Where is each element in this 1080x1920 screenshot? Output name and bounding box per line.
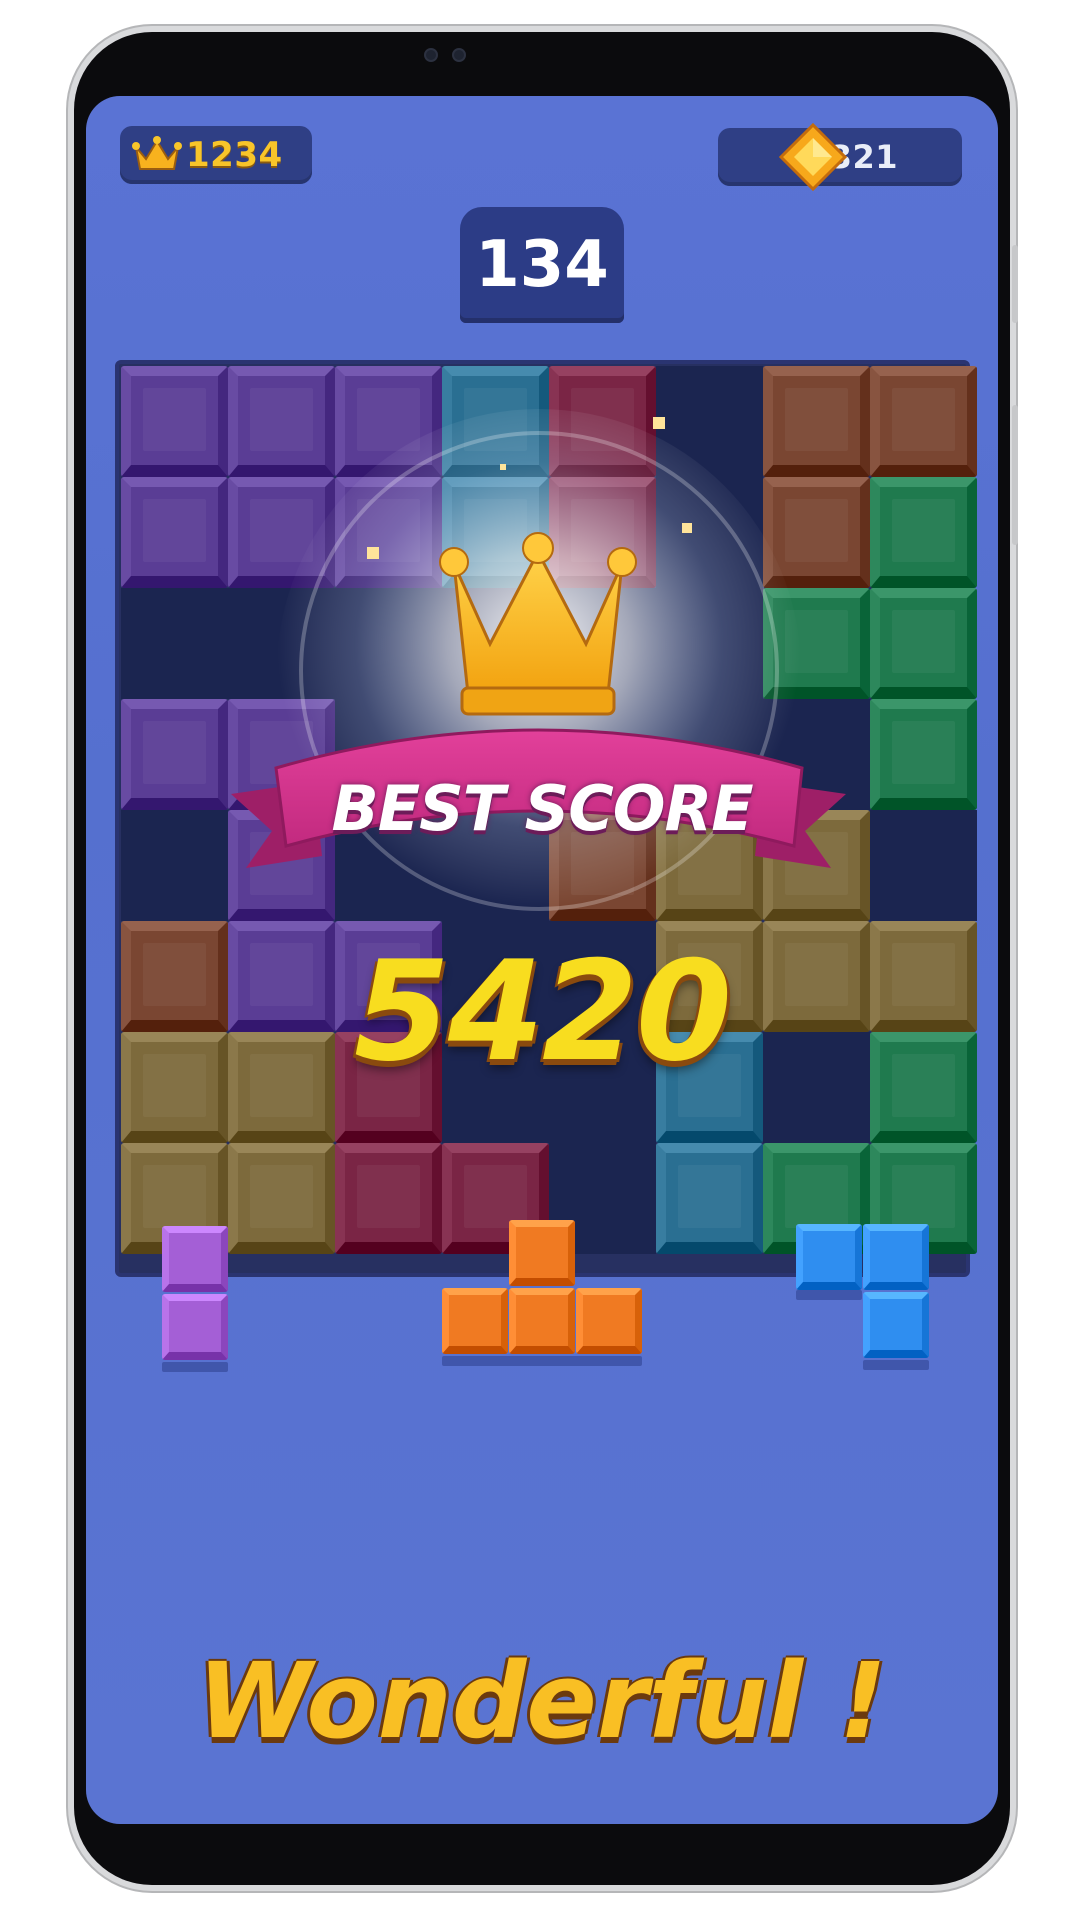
- block-brown: [763, 366, 870, 477]
- front-sensor-icon: [452, 48, 466, 62]
- block-brown: [121, 921, 228, 1032]
- praise-message: Wonderful !: [197, 1640, 887, 1762]
- piece-block: [509, 1288, 575, 1354]
- piece-orange-t-piece[interactable]: [442, 1220, 642, 1370]
- block-brown: [549, 810, 656, 921]
- best-score-value: 1234: [186, 135, 283, 175]
- block-olive: [656, 921, 763, 1032]
- empty-cell: [442, 588, 549, 699]
- piece-block: [162, 1226, 228, 1292]
- empty-cell: [656, 699, 763, 810]
- piece-block: [796, 1224, 862, 1290]
- block-red: [335, 1032, 442, 1143]
- block-green: [870, 477, 977, 588]
- block-purple: [335, 921, 442, 1032]
- diamond-icon[interactable]: [778, 122, 848, 192]
- empty-cell: [549, 921, 656, 1032]
- empty-cell: [228, 588, 335, 699]
- piece-block: [863, 1292, 929, 1358]
- empty-cell: [121, 810, 228, 921]
- piece-shadow: [796, 1290, 862, 1300]
- piece-shadow: [863, 1360, 929, 1370]
- block-purple: [121, 366, 228, 477]
- empty-cell: [763, 1032, 870, 1143]
- block-teal: [442, 366, 549, 477]
- piece-block: [162, 1294, 228, 1360]
- block-olive: [870, 921, 977, 1032]
- block-purple: [228, 366, 335, 477]
- block-teal: [656, 1143, 763, 1254]
- empty-cell: [870, 810, 977, 921]
- empty-cell: [656, 366, 763, 477]
- empty-cell: [442, 699, 549, 810]
- piece-shadow: [162, 1362, 228, 1372]
- empty-cell: [335, 588, 442, 699]
- block-purple: [228, 477, 335, 588]
- best-score-pill: 1234: [120, 126, 312, 184]
- block-olive: [228, 1143, 335, 1254]
- power-button: [1012, 405, 1018, 545]
- empty-cell: [656, 477, 763, 588]
- empty-cell: [121, 588, 228, 699]
- empty-cell: [549, 1032, 656, 1143]
- block-purple: [335, 477, 442, 588]
- game-screen: 1234 321 134 BEST SCORE 5420 Wonderful !: [86, 96, 998, 1824]
- empty-cell: [335, 810, 442, 921]
- empty-cell: [442, 1032, 549, 1143]
- block-purple: [121, 699, 228, 810]
- block-purple: [228, 699, 335, 810]
- block-purple: [335, 366, 442, 477]
- block-green: [763, 588, 870, 699]
- block-red: [549, 477, 656, 588]
- block-red: [335, 1143, 442, 1254]
- empty-cell: [442, 810, 549, 921]
- empty-cell: [549, 699, 656, 810]
- empty-cell: [442, 921, 549, 1032]
- block-red: [549, 366, 656, 477]
- front-camera-icon: [424, 48, 438, 62]
- piece-block: [576, 1288, 642, 1354]
- empty-cell: [549, 588, 656, 699]
- piece-block: [863, 1224, 929, 1290]
- crown-icon: [132, 136, 182, 170]
- piece-shadow: [442, 1356, 642, 1366]
- block-brown: [763, 477, 870, 588]
- piece-purple-vertical-domino[interactable]: [162, 1226, 228, 1372]
- block-olive: [763, 921, 870, 1032]
- block-green: [870, 699, 977, 810]
- block-olive: [763, 810, 870, 921]
- block-teal: [656, 1032, 763, 1143]
- current-score: 134: [460, 207, 624, 323]
- block-teal: [442, 477, 549, 588]
- block-purple: [228, 810, 335, 921]
- block-purple: [228, 921, 335, 1032]
- empty-cell: [656, 588, 763, 699]
- block-green: [870, 1032, 977, 1143]
- block-olive: [656, 810, 763, 921]
- block-purple: [121, 477, 228, 588]
- block-green: [870, 588, 977, 699]
- block-olive: [228, 1032, 335, 1143]
- empty-cell: [335, 699, 442, 810]
- block-brown: [870, 366, 977, 477]
- block-olive: [121, 1032, 228, 1143]
- game-board[interactable]: [115, 360, 977, 1277]
- piece-block: [509, 1220, 575, 1286]
- piece-blue-l-piece[interactable]: [796, 1224, 930, 1374]
- empty-cell: [763, 699, 870, 810]
- piece-block: [442, 1288, 508, 1354]
- volume-button: [1012, 245, 1018, 323]
